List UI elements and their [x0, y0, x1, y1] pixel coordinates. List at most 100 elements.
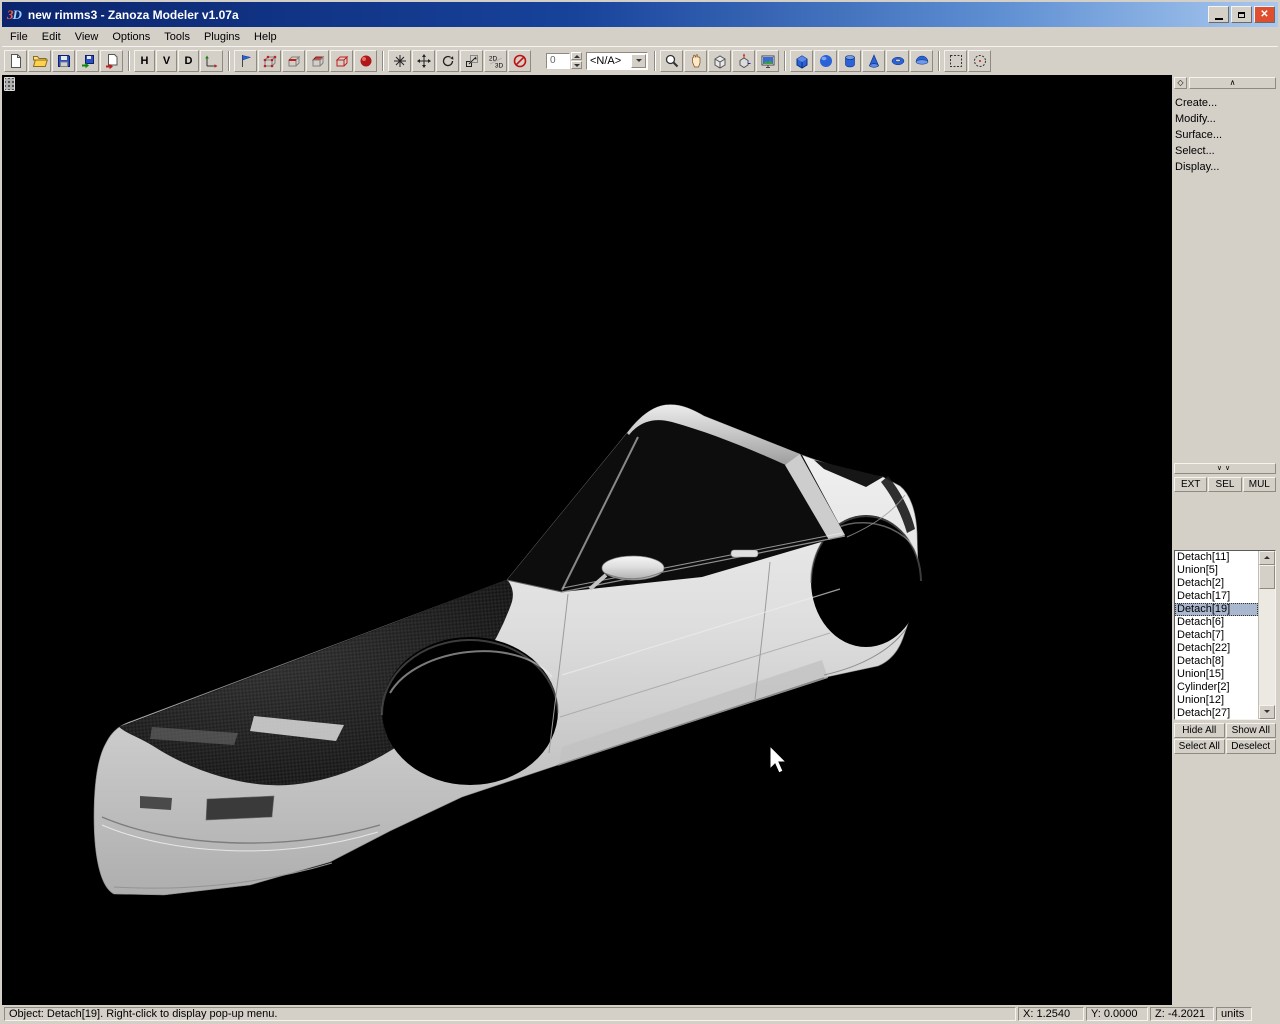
dropdown-arrow-button[interactable] [631, 54, 646, 68]
panel-collapse-button[interactable]: ∧ [1189, 77, 1276, 89]
object-list-item[interactable]: Detach[19] [1175, 603, 1258, 616]
mode-button[interactable]: EXT [1174, 477, 1207, 492]
panel-menu-item[interactable]: Create... [1172, 95, 1278, 111]
panel-action-button[interactable]: Deselect [1226, 739, 1277, 754]
select-tool-button[interactable] [388, 50, 411, 72]
object-mode-button[interactable] [330, 50, 353, 72]
scroll-up-icon [1264, 556, 1270, 559]
panel-corner-button[interactable]: ◇ [1174, 77, 1187, 89]
sphere-primitive-button[interactable] [814, 50, 837, 72]
object-list-item[interactable]: Union[15] [1175, 668, 1258, 681]
axis-triad-icon [204, 53, 220, 69]
down-arrow-icon [574, 64, 580, 67]
toggle-h-button[interactable]: H [134, 50, 155, 72]
axis-triad-button[interactable] [200, 50, 223, 72]
torus-primitive-icon [890, 53, 906, 69]
toggle-d-button[interactable]: D [178, 50, 199, 72]
torus-primitive-button[interactable] [886, 50, 909, 72]
scroll-thumb[interactable] [1259, 565, 1275, 589]
spinner-value[interactable]: 0 [546, 53, 570, 69]
select-circle-button[interactable] [968, 50, 991, 72]
object-list-item[interactable]: Detach[6] [1175, 616, 1258, 629]
open-folder-button[interactable] [28, 50, 51, 72]
select-circle-icon [972, 53, 988, 69]
panel-menu-item[interactable]: Display... [1172, 159, 1278, 175]
spinner-down-button[interactable] [571, 61, 582, 69]
view-2d3d-button[interactable]: 2D3D [484, 50, 507, 72]
toolbar-separator [784, 51, 786, 71]
export-button[interactable] [100, 50, 123, 72]
toolbar-separator [654, 51, 656, 71]
cube-view-icon [712, 53, 728, 69]
save-button[interactable] [52, 50, 75, 72]
panel-expand-button[interactable]: ∨∨ [1174, 463, 1276, 474]
menu-item[interactable]: Options [106, 28, 158, 46]
panel-menu-item[interactable]: Select... [1172, 143, 1278, 159]
material-sphere-button[interactable] [354, 50, 377, 72]
cylinder-primitive-icon [842, 53, 858, 69]
panel-action-button[interactable]: Hide All [1174, 723, 1225, 738]
menu-item[interactable]: Plugins [198, 28, 248, 46]
view-2d3d-icon: 2D3D [488, 53, 504, 69]
restore-button[interactable] [1231, 6, 1252, 23]
viewport-3d[interactable] [2, 75, 1172, 1005]
object-list-item[interactable]: Detach[27] [1175, 707, 1258, 719]
rotate-tool-button[interactable] [436, 50, 459, 72]
toggle-v-button[interactable]: V [156, 50, 177, 72]
object-list-item[interactable]: Detach[8] [1175, 655, 1258, 668]
menu-item[interactable]: Tools [158, 28, 198, 46]
object-list-item[interactable]: Union[12] [1175, 694, 1258, 707]
object-list-item[interactable]: Detach[11] [1175, 551, 1258, 564]
cube-view-button[interactable] [708, 50, 731, 72]
flag-button[interactable] [234, 50, 257, 72]
menu-item[interactable]: File [4, 28, 36, 46]
object-list-item[interactable]: Detach[2] [1175, 577, 1258, 590]
scroll-down-button[interactable] [1259, 705, 1275, 719]
title-bar[interactable]: 3D new rimms3 - Zanoza Modeler v1.07a ✕ [2, 2, 1278, 27]
selection-dropdown[interactable]: <N/A> [586, 52, 648, 70]
face-mode-button[interactable] [306, 50, 329, 72]
mode-button[interactable]: SEL [1208, 477, 1241, 492]
panel-action-button[interactable]: Show All [1226, 723, 1277, 738]
vertex-mode-button[interactable] [258, 50, 281, 72]
import-button[interactable] [76, 50, 99, 72]
menu-item[interactable]: Edit [36, 28, 69, 46]
menu-item[interactable]: View [69, 28, 107, 46]
panel-menu-item[interactable]: Surface... [1172, 127, 1278, 143]
cone-primitive-button[interactable] [862, 50, 885, 72]
cube-axes-button[interactable] [732, 50, 755, 72]
object-list-item[interactable]: Detach[17] [1175, 590, 1258, 603]
select-rect-icon [948, 53, 964, 69]
scroll-track[interactable] [1259, 565, 1275, 705]
zoom-button[interactable] [660, 50, 683, 72]
pan-button[interactable] [684, 50, 707, 72]
move-tool-button[interactable] [412, 50, 435, 72]
object-list-item[interactable]: Detach[22] [1175, 642, 1258, 655]
panel-action-button[interactable]: Select All [1174, 739, 1225, 754]
mode-button[interactable]: MUL [1243, 477, 1276, 492]
box-primitive-button[interactable] [790, 50, 813, 72]
object-list-item[interactable]: Cylinder[2] [1175, 681, 1258, 694]
scroll-up-button[interactable] [1259, 551, 1275, 565]
object-list-item[interactable]: Union[5] [1175, 564, 1258, 577]
edge-mode-button[interactable] [282, 50, 305, 72]
new-file-button[interactable] [4, 50, 27, 72]
hemisphere-primitive-button[interactable] [910, 50, 933, 72]
minimize-button[interactable] [1208, 6, 1229, 23]
step-spinner[interactable]: 0 [546, 52, 582, 69]
render-preview-button[interactable] [756, 50, 779, 72]
scale-tool-icon [464, 53, 480, 69]
close-button[interactable]: ✕ [1254, 6, 1275, 23]
z-toggle-button[interactable] [508, 50, 531, 72]
select-rect-button[interactable] [944, 50, 967, 72]
object-list-item[interactable]: Detach[7] [1175, 629, 1258, 642]
menu-item[interactable]: Help [248, 28, 285, 46]
window-title: new rimms3 - Zanoza Modeler v1.07a [28, 8, 1206, 22]
toolbar: H V D 2D3D 0 <N/A> [2, 46, 1278, 74]
object-list-scrollbar[interactable] [1258, 551, 1275, 719]
cylinder-primitive-button[interactable] [838, 50, 861, 72]
spinner-up-button[interactable] [571, 52, 582, 60]
panel-menu-item[interactable]: Modify... [1172, 111, 1278, 127]
scale-tool-button[interactable] [460, 50, 483, 72]
flag-icon [238, 53, 254, 69]
